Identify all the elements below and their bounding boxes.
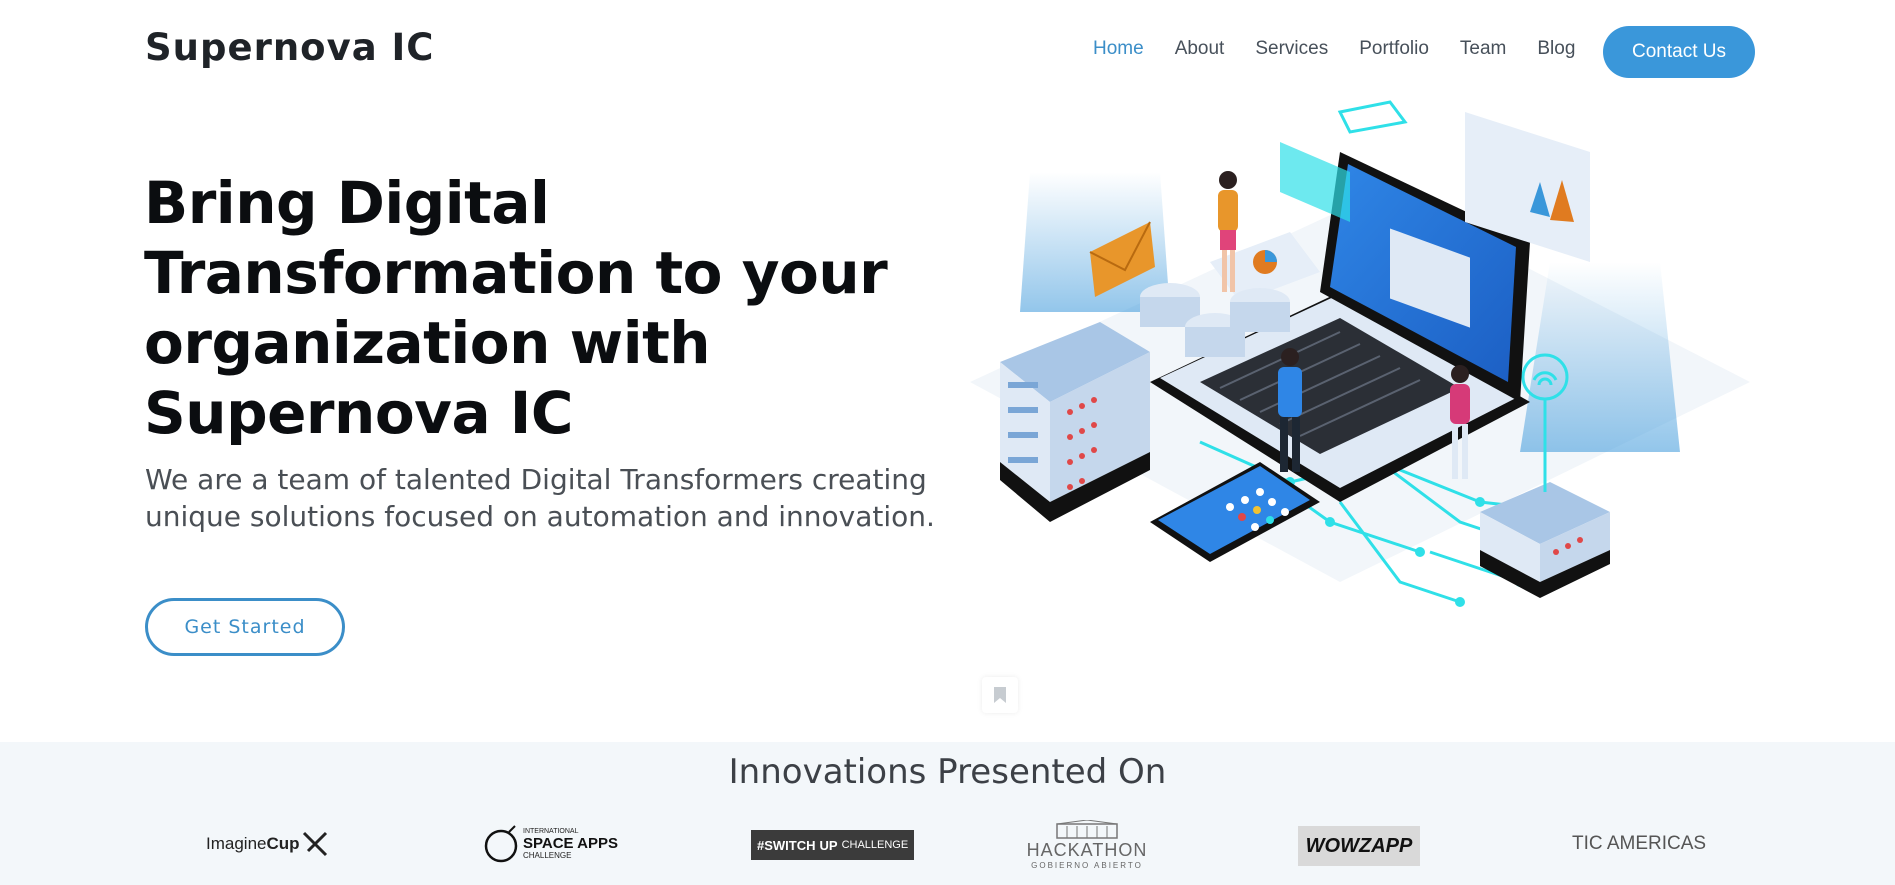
hero-title: Bring Digital Transformation to your org… [144,168,904,448]
nav-about[interactable]: About [1175,38,1225,60]
brand-logo[interactable]: Supernova IC [145,26,434,69]
logo-text: SPACE APPS [523,835,619,852]
logo-text: CHALLENGE [841,839,909,851]
hero-title-line: organization with [144,309,711,377]
wowzapp-logo[interactable]: WOWZAPP [1298,826,1420,866]
imagine-cup-mark-icon [302,831,327,857]
nav-home[interactable]: Home [1093,38,1144,60]
space-apps-mark-icon [484,825,518,863]
logo-text: TIC AMERICAS [1572,833,1707,854]
contact-us-button[interactable]: Contact Us [1603,26,1755,78]
nav-portfolio[interactable]: Portfolio [1359,38,1429,60]
hero-title-line: Transformation to your [144,239,888,307]
switch-up-logo[interactable]: #SWITCH UP CHALLENGE [751,830,915,860]
innovations-title: Innovations Presented On [728,752,1167,792]
page: Supernova IC Home About Services Portfol… [0,0,1895,885]
logo-text: HACKATHON [1026,840,1148,860]
logo-text: #SWITCH [757,837,816,853]
building-icon [1056,820,1118,839]
hero-title-line: Supernova IC [144,379,573,447]
nav-blog[interactable]: Blog [1537,38,1575,60]
info-panel [1280,142,1350,222]
main-nav: Home About Services Portfolio Team Blog [1093,38,1606,60]
hackathon-logo[interactable]: HACKATHON GOBIERNO ABIERTO [1025,820,1149,870]
bookmark-icon[interactable] [982,677,1018,713]
nav-services[interactable]: Services [1255,38,1328,60]
logo-text: Cup [266,834,300,853]
logo-text: UP [819,837,838,853]
logo-text: Imagine [206,834,267,853]
hero-subtitle: We are a team of talented Digital Transf… [145,461,975,535]
logo-text: WOWZAPP [1305,834,1413,857]
hero-title-line: Bring Digital [144,169,550,237]
hero-illustration [970,100,1750,607]
space-apps-logo[interactable]: INTERNATIONAL SPACE APPS CHALLENGE [483,818,618,870]
imagine-cup-logo[interactable]: Imagine Cup [206,818,330,870]
hero-subtitle-line: We are a team of talented Digital Transf… [145,463,927,496]
tic-americas-logo[interactable]: TIC AMERICAS [1572,818,1706,870]
server-rack [1000,322,1150,522]
cloud-icon [1337,100,1408,134]
nav-team[interactable]: Team [1460,38,1506,60]
hero-subtitle-line: unique solutions focused on automation a… [145,500,935,533]
get-started-button[interactable]: Get Started [145,598,345,656]
logo-text: GOBIERNO ABIERTO [1031,861,1143,870]
